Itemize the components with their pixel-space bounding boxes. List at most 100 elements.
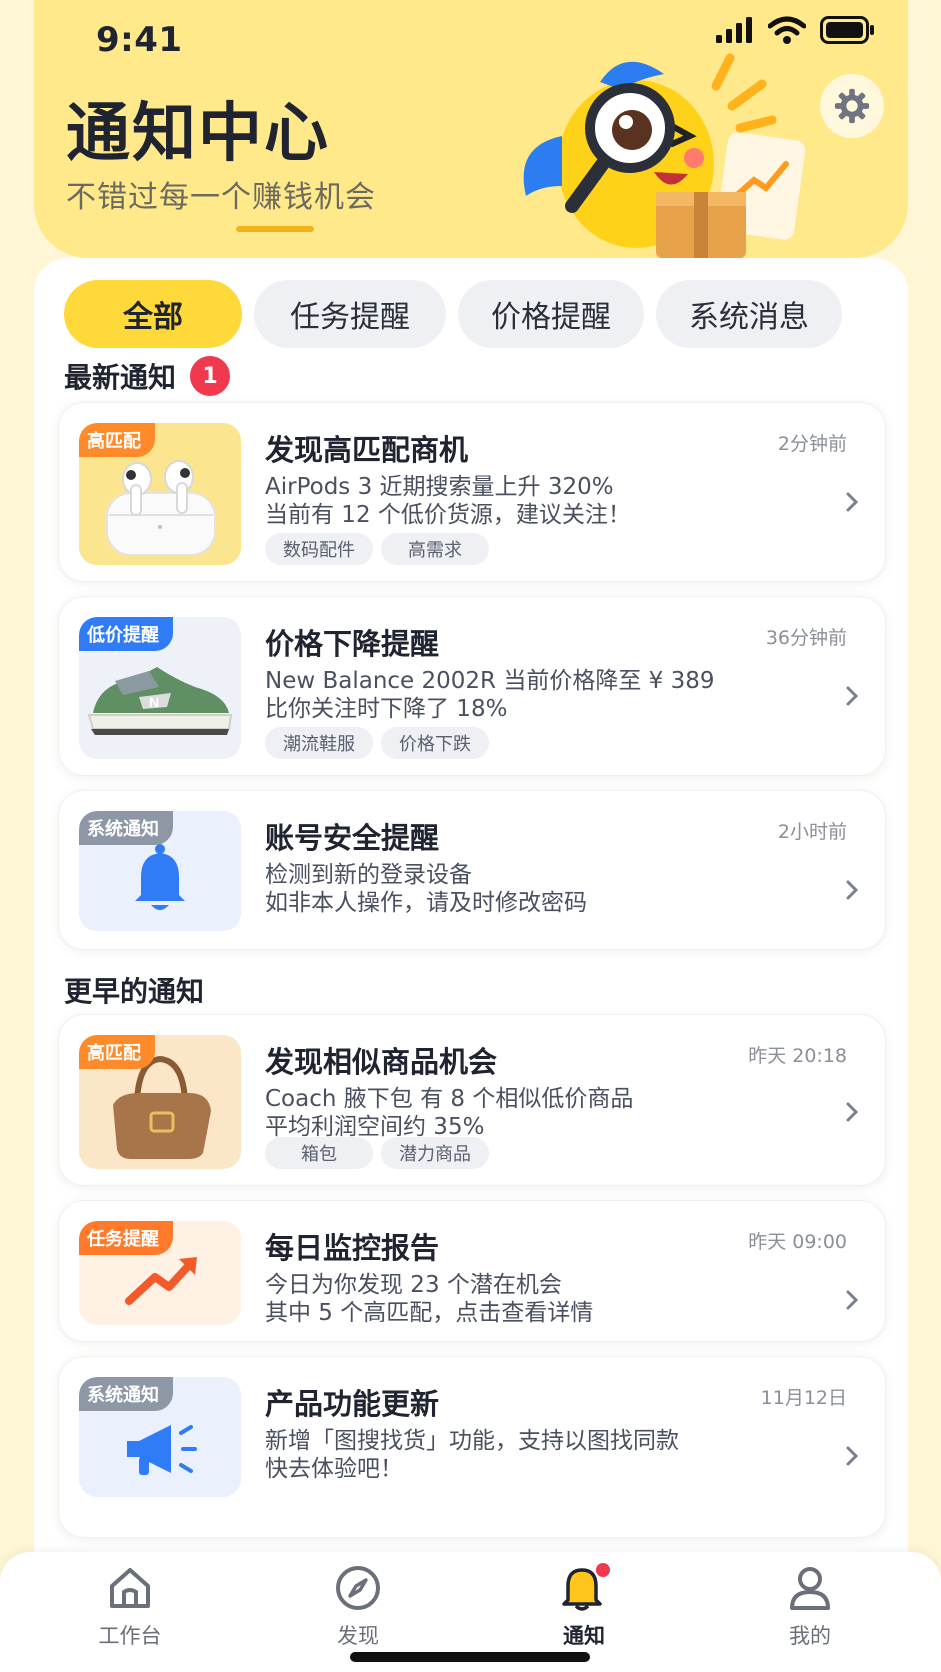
tab-price-reminder[interactable]: 价格提醒 [458,280,644,348]
filter-tabs: 全部 任务提醒 价格提醒 系统消息 [64,280,842,348]
card-chip: 价格下跌 [381,727,489,759]
notification-card[interactable]: 高匹配 发现相似商品机会 昨天 20:18 Coach 腋下包 有 8 个相似低… [58,1014,886,1186]
card-desc-line: AirPods 3 近期搜索量上升 320% [265,474,614,500]
card-tag: 系统通知 [79,1377,173,1411]
card-chip: 数码配件 [265,533,373,565]
card-description: 检测到新的登录设备 如非本人操作，请及时修改密码 [265,861,587,917]
gear-icon [834,88,870,124]
card-chips: 潮流鞋服 价格下跌 [265,727,489,759]
card-title: 每日监控报告 [265,1231,440,1265]
notification-screen: 9:41 通知中心 不错过每一个赚钱机会 全部 任务提醒 价格提醒 系统消息 最… [0,0,941,1672]
card-description: 新增「图搜找货」功能，支持以图找同款 快去体验吧！ [265,1427,679,1483]
section-latest: 最新通知 1 [64,356,231,396]
user-icon [790,1567,830,1610]
card-chip: 高需求 [381,533,489,565]
section-title-latest: 最新通知 [64,361,177,394]
nav-label: 通知 [563,1624,605,1648]
notification-card[interactable]: 任务提醒 每日监控报告 昨天 09:00 今日为你发现 23 个潜在机会 其中 … [58,1200,886,1342]
card-description: Coach 腋下包 有 8 个相似低价商品 平均利润空间约 35% [265,1085,633,1141]
card-desc-line: 其中 5 个高匹配，点击查看详情 [265,1300,594,1326]
card-title: 发现相似商品机会 [265,1045,498,1079]
notification-card[interactable]: 系统通知 产品功能更新 11月12日 新增「图搜找货」功能，支持以图找同款 快去… [58,1356,886,1538]
unread-count-badge: 1 [190,356,231,396]
card-time: 昨天 20:18 [748,1045,847,1067]
card-thumbnail: 任务提醒 [79,1221,241,1325]
card-chip: 潮流鞋服 [265,727,373,759]
chevron-right-icon [841,681,863,711]
header-banner: 9:41 通知中心 不错过每一个赚钱机会 [34,0,908,258]
tab-task-reminder[interactable]: 任务提醒 [254,280,446,348]
nav-label: 工作台 [98,1624,162,1648]
card-chips: 箱包 潜力商品 [265,1137,489,1169]
card-tag: 高匹配 [79,423,155,457]
card-desc-line: 比你关注时下降了 18% [265,696,508,722]
card-desc-line: New Balance 2002R 当前价格降至 ¥ 389 [265,668,715,694]
card-thumbnail: 系统通知 [79,1377,241,1497]
card-chip: 箱包 [265,1137,373,1169]
tab-system-messages[interactable]: 系统消息 [656,280,842,348]
nav-item-notifications[interactable]: 通知 [524,1562,644,1650]
chevron-right-icon [841,1285,863,1315]
fish-mascot-illustration [504,46,834,258]
chevron-right-icon [841,1097,863,1127]
nav-item-workbench[interactable]: 工作台 [70,1562,190,1650]
nav-item-profile[interactable]: 我的 [750,1562,870,1650]
home-icon [110,1568,150,1608]
card-title: 价格下降提醒 [265,627,440,661]
signal-icon [716,17,752,43]
card-desc-line: 新增「图搜找货」功能，支持以图找同款 [265,1428,679,1454]
card-tag: 高匹配 [79,1035,155,1069]
page-title: 通知中心 [66,97,330,171]
home-indicator [350,1652,590,1662]
card-title: 账号安全提醒 [265,821,440,855]
card-description: 今日为你发现 23 个潜在机会 其中 5 个高匹配，点击查看详情 [265,1271,593,1327]
section-title-earlier: 更早的通知 [64,975,205,1008]
card-time: 11月12日 [760,1387,847,1409]
nav-label: 发现 [337,1624,379,1648]
card-title: 产品功能更新 [265,1387,440,1421]
card-desc-line: Coach 腋下包 有 8 个相似低价商品 [265,1086,634,1112]
svg-text:N: N [149,694,159,710]
card-thumbnail: 高匹配 [79,1035,241,1169]
card-desc-line: 如非本人操作，请及时修改密码 [265,890,587,916]
title-underline [236,226,314,232]
card-chips: 数码配件 高需求 [265,533,489,565]
content-panel: 全部 任务提醒 价格提醒 系统消息 最新通知 1 高匹配 发现高匹配商机 2分钟… [34,258,908,1558]
chevron-right-icon [841,875,863,905]
card-desc-line: 快去体验吧！ [265,1456,403,1482]
battery-icon [820,16,874,44]
card-desc-line: 当前有 12 个低价货源，建议关注！ [265,502,631,528]
card-time: 36分钟前 [765,627,847,649]
card-description: AirPods 3 近期搜索量上升 320% 当前有 12 个低价货源，建议关注… [265,473,631,529]
page-subtitle: 不错过每一个赚钱机会 [66,180,376,215]
notification-card[interactable]: 高匹配 发现高匹配商机 2分钟前 AirPods 3 近期搜索量上升 320% … [58,402,886,582]
chevron-right-icon [841,487,863,517]
card-title: 发现高匹配商机 [265,433,469,467]
notification-card[interactable]: 系统通知 账号安全提醒 2小时前 检测到新的登录设备 如非本人操作，请及时修改密… [58,790,886,950]
card-tag: 系统通知 [79,811,173,845]
card-time: 2小时前 [777,821,847,843]
section-earlier: 更早的通知 [64,970,204,1010]
compass-icon [336,1566,380,1610]
chevron-right-icon [841,1441,863,1471]
card-chip: 潜力商品 [381,1137,489,1169]
settings-button[interactable] [820,74,884,138]
status-icons [716,16,876,44]
card-thumbnail: N 低价提醒 [79,617,241,759]
card-desc-line: 今日为你发现 23 个潜在机会 [265,1272,562,1298]
card-time: 2分钟前 [777,433,847,455]
card-thumbnail: 高匹配 [79,423,241,565]
nav-label: 我的 [789,1624,831,1648]
notification-card[interactable]: N 低价提醒 价格下降提醒 36分钟前 New Balance 2002R 当前… [58,596,886,776]
tab-all[interactable]: 全部 [64,280,242,348]
card-description: New Balance 2002R 当前价格降至 ¥ 389 比你关注时下降了 … [265,667,715,723]
card-thumbnail: 系统通知 [79,811,241,931]
card-time: 昨天 09:00 [748,1231,847,1253]
nav-item-discover[interactable]: 发现 [298,1562,418,1650]
card-tag: 低价提醒 [79,617,173,651]
wifi-icon [768,16,806,44]
bell-icon [562,1563,610,1611]
card-tag: 任务提醒 [79,1221,173,1255]
status-time: 9:41 [96,20,183,60]
card-desc-line: 检测到新的登录设备 [265,862,472,888]
